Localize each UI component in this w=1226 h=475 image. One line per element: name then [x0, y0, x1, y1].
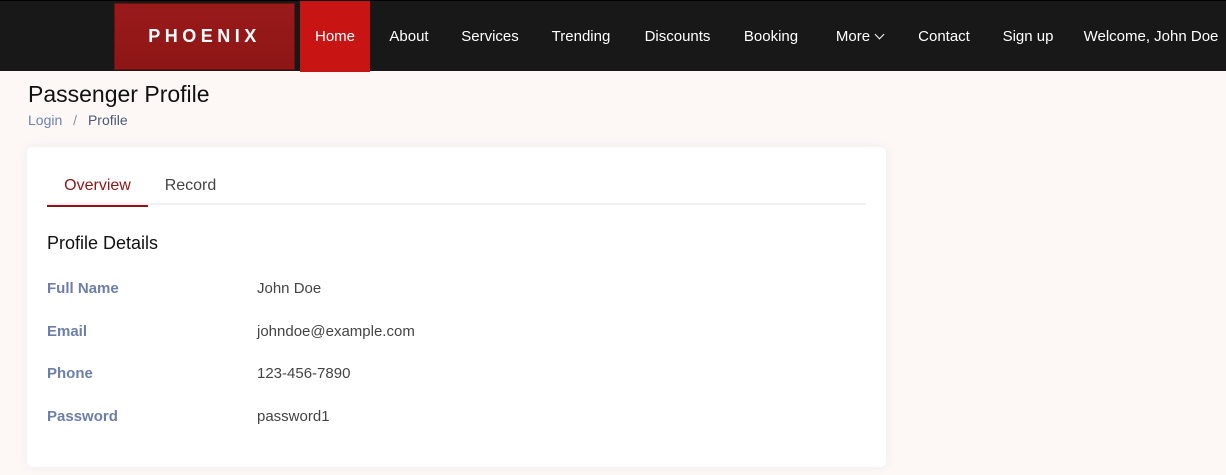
profile-card: Overview Record Profile Details Full Nam… [27, 147, 886, 467]
full-name-value: John Doe [257, 280, 322, 297]
nav-discounts[interactable]: Discounts [634, 1, 721, 72]
nav-user-welcome[interactable]: Welcome, John Doe [1078, 1, 1224, 72]
nav-booking[interactable]: Booking [733, 1, 809, 72]
nav-trending[interactable]: Trending [540, 1, 622, 72]
breadcrumb-separator: / [73, 112, 78, 128]
phone-label: Phone [47, 365, 93, 382]
brand-logo[interactable]: PHOENIX [114, 3, 295, 70]
password-label: Password [47, 408, 118, 425]
top-navbar: PHOENIX Home About Services Trending Dis… [0, 0, 1226, 72]
nav-about[interactable]: About [378, 1, 440, 72]
nav-home[interactable]: Home [300, 1, 370, 72]
breadcrumb-login-link[interactable]: Login [28, 112, 62, 128]
chevron-down-icon [874, 29, 885, 40]
section-title: Profile Details [47, 233, 159, 253]
tab-record[interactable]: Record [153, 167, 228, 205]
nav-contact[interactable]: Contact [908, 1, 980, 72]
nav-more-label: More [835, 28, 871, 45]
breadcrumb-current: Profile [87, 112, 128, 128]
nav-signup[interactable]: Sign up [993, 1, 1063, 72]
profile-tabs: Overview Record [47, 167, 866, 207]
nav-services[interactable]: Services [452, 1, 528, 72]
breadcrumb: Login / Profile [28, 112, 128, 128]
email-label: Email [47, 323, 88, 340]
page-title: Passenger Profile [28, 81, 210, 107]
tab-overview[interactable]: Overview [47, 167, 148, 207]
phone-value: 123-456-7890 [257, 365, 351, 382]
nav-more-dropdown[interactable]: More [822, 1, 897, 72]
full-name-label: Full Name [47, 280, 119, 297]
password-value: password1 [257, 408, 330, 425]
email-value: johndoe@example.com [257, 323, 415, 340]
